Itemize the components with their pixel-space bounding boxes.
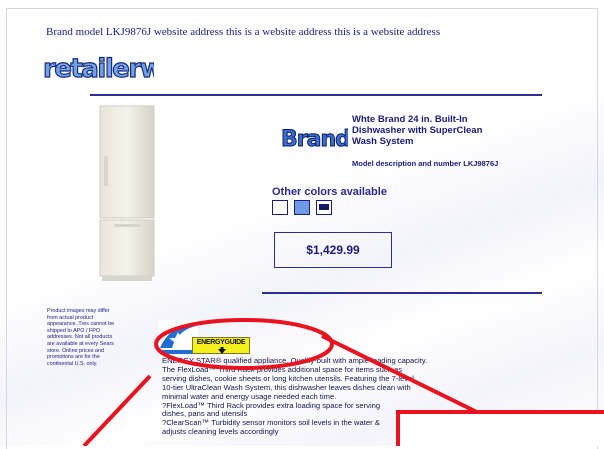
bottom-divider [262,292,542,294]
retailerweb-logo[interactable]: retailerweb [42,52,154,82]
swatch-light-blue[interactable] [294,200,310,215]
product-title[interactable]: Whte Brand 24 in. Built-In Dishwasher wi… [352,114,502,147]
refrigerator-image [99,105,155,281]
other-colors-label: Other colors available [272,186,387,198]
model-description: Model description and number LKJ9876J [352,159,499,168]
header-address-text: Brand model LKJ9876J website address thi… [46,26,441,38]
description-line: adjusts cleaning levels accordingly [162,427,279,437]
energy-guide-text: ENERGYGUIDE [196,339,246,346]
swatch-dark-navy-fill [319,204,329,210]
logo-text: retailerweb [43,54,154,82]
product-description: ENERGY STAR® qualified appliance. Qualit… [162,356,572,437]
down-arrow-icon [218,347,226,354]
price-value: $1,429.99 [306,243,360,257]
swatch-white[interactable] [272,200,288,215]
price-box: $1,429.99 [274,232,392,268]
brand-logo: Brand [281,127,349,153]
disclaimer-text: Product images may differ from actual pr… [47,308,115,367]
brand-logo-text: Brand [281,127,348,152]
energy-guide-badge[interactable]: ENERGYGUIDE [192,337,250,354]
swatch-dark-navy[interactable] [316,200,332,215]
top-divider [90,94,542,96]
